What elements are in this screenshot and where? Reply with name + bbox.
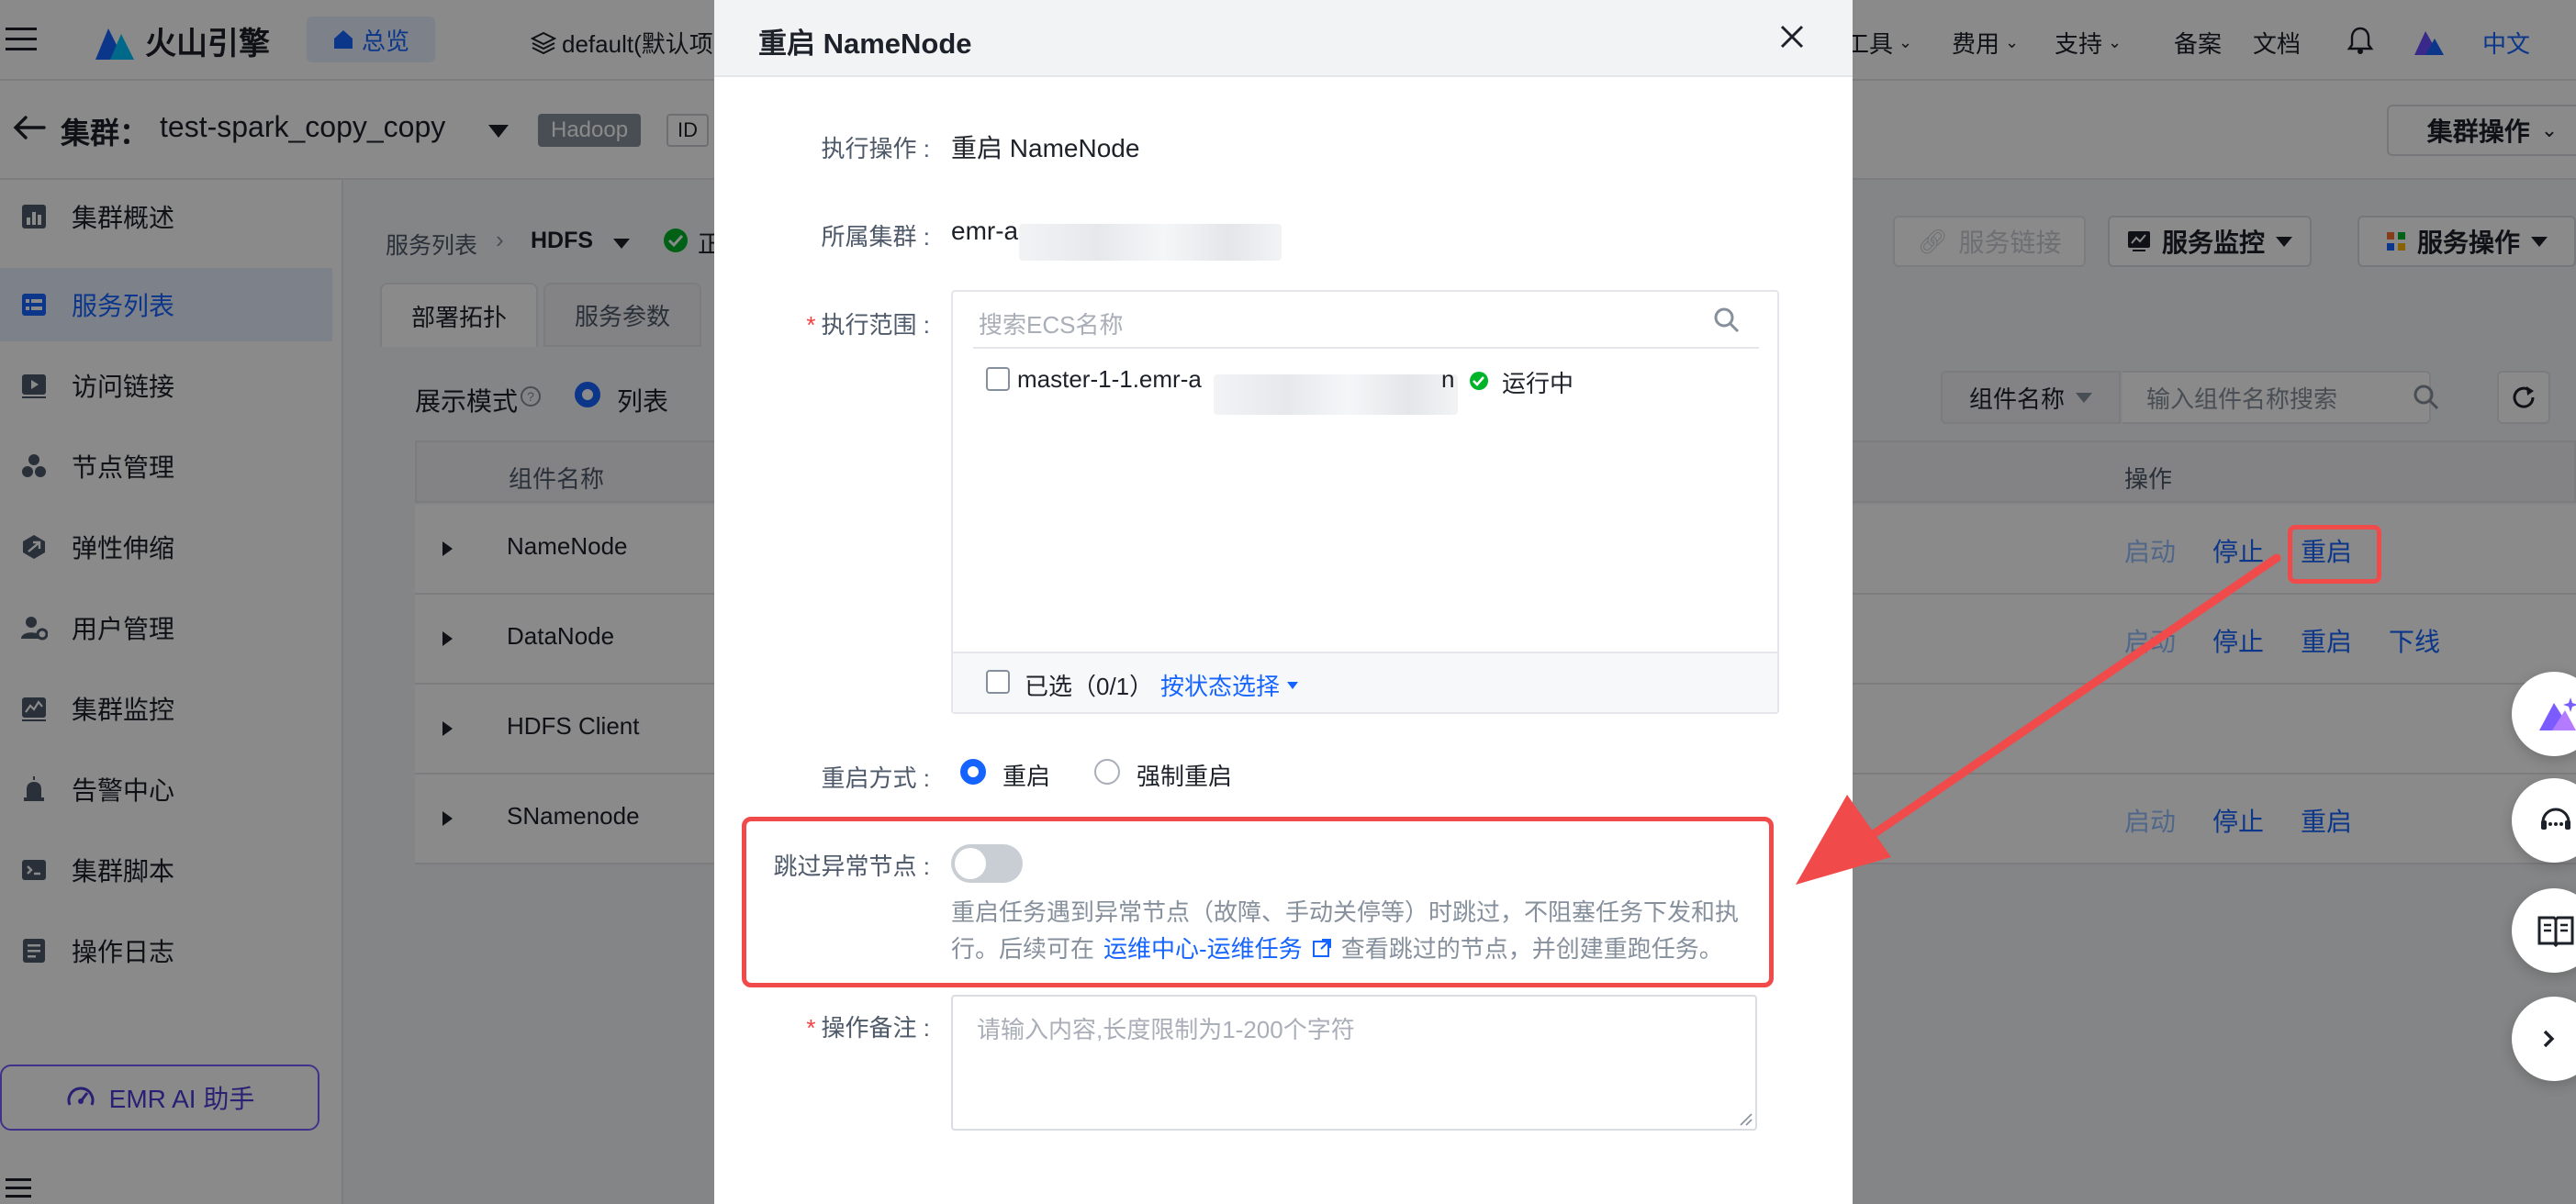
annotation-arrow — [1796, 553, 2281, 885]
annotation-arrow-shaft — [1841, 553, 2281, 858]
annotation-arrow-head — [1796, 795, 1891, 885]
